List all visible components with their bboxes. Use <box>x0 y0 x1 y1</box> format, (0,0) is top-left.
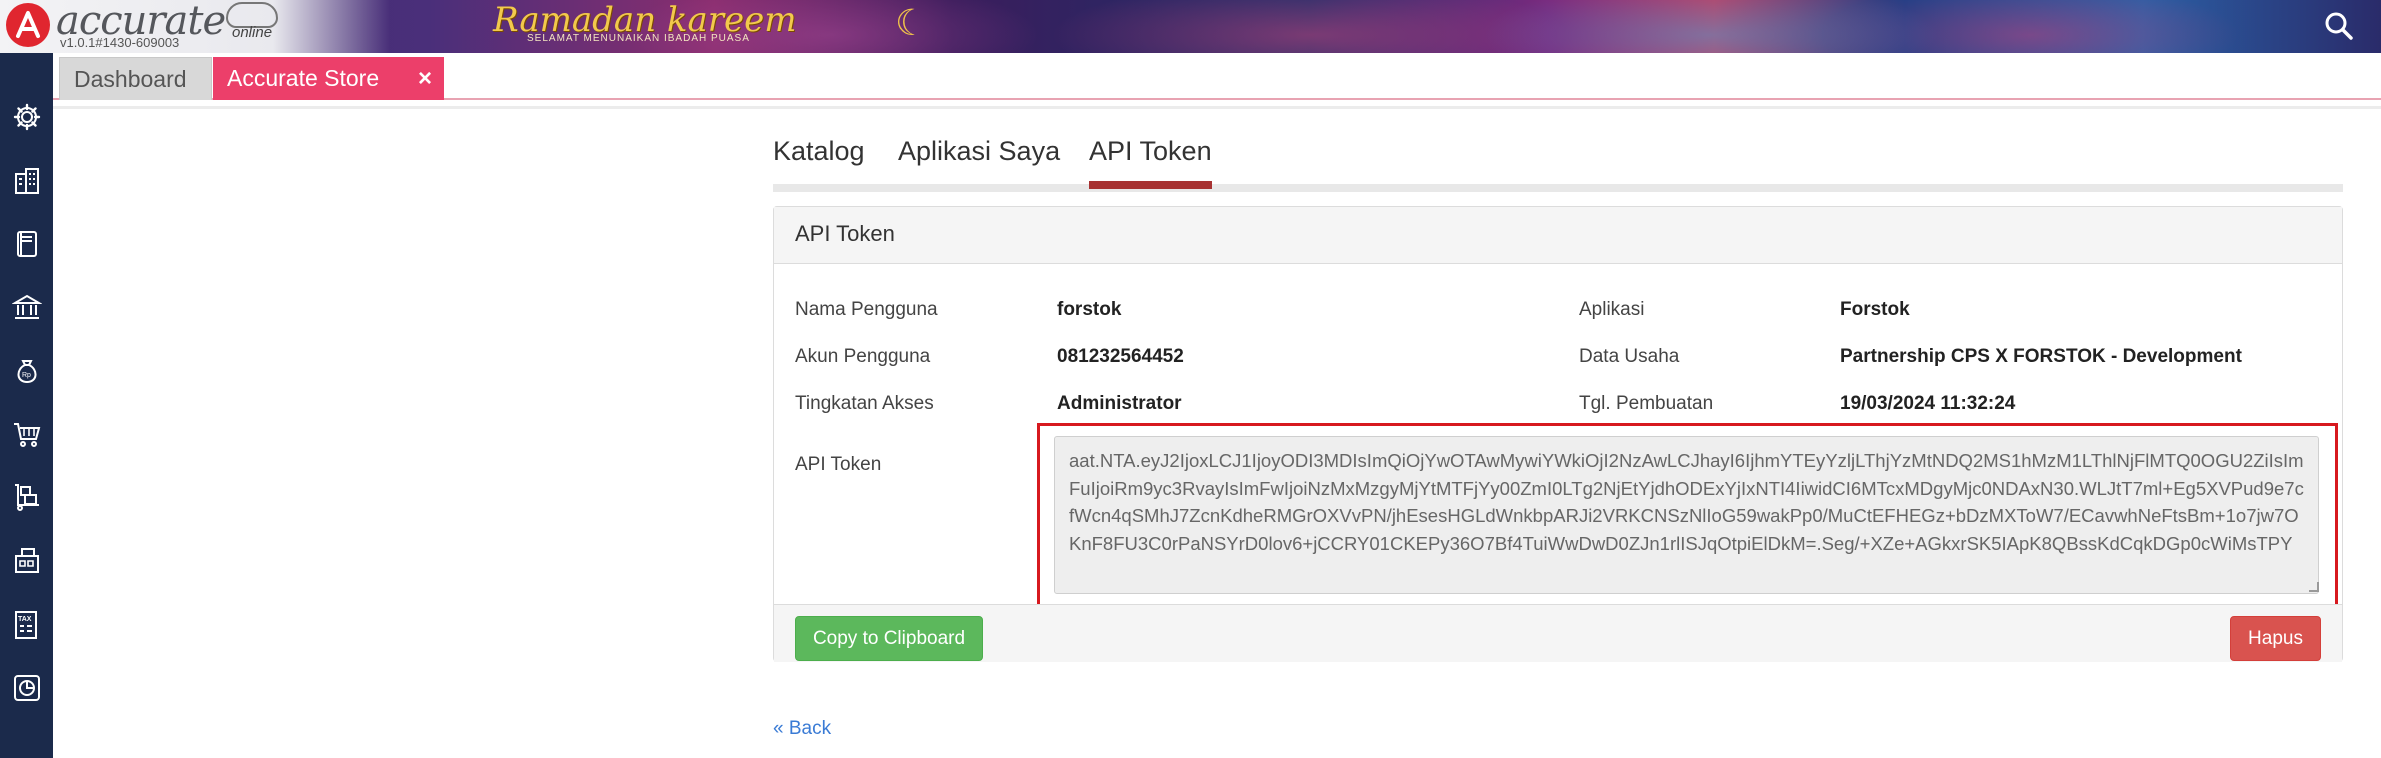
resize-handle-icon[interactable] <box>2309 582 2319 592</box>
divider <box>53 106 2381 109</box>
tab-accurate-store[interactable]: Accurate Store × <box>213 57 444 100</box>
tab-dashboard[interactable]: Dashboard <box>59 57 212 100</box>
api-token-panel: API Token Nama Pengguna forstok Akun Pen… <box>773 206 2343 662</box>
accurate-logo-icon <box>6 3 50 47</box>
money-bag-icon[interactable]: Rp <box>0 349 53 391</box>
nav-tab-api-token[interactable]: API Token <box>1089 136 1212 189</box>
nav-tab-aplikasi-saya[interactable]: Aplikasi Saya <box>898 136 1060 181</box>
bank-icon[interactable] <box>0 286 53 328</box>
tab-strip: Dashboard Accurate Store × <box>53 53 2381 100</box>
tab-label: Dashboard <box>74 66 187 92</box>
report-icon[interactable] <box>0 667 53 709</box>
crescent-moon-icon: ☾ <box>895 2 928 43</box>
label-data-usaha: Data Usaha <box>1579 346 1680 367</box>
value-tingkatan-akses: Administrator <box>1057 393 1182 414</box>
version-label: v1.0.1#1430-609003 <box>60 35 180 50</box>
value-akun-pengguna: 081232564452 <box>1057 346 1184 367</box>
panel-header: API Token <box>774 207 2342 264</box>
warehouse-icon[interactable] <box>0 540 53 582</box>
delivery-icon[interactable] <box>0 476 53 518</box>
logo-sub: online <box>232 24 273 41</box>
delete-button[interactable]: Hapus <box>2230 616 2321 661</box>
sidebar: Rp TAX <box>0 53 53 758</box>
panel-footer: Copy to Clipboard Hapus <box>774 604 2342 662</box>
label-api-token: API Token <box>795 454 882 475</box>
panel-body: Nama Pengguna forstok Akun Pengguna 0812… <box>774 264 2342 607</box>
nav-tab-katalog[interactable]: Katalog <box>773 136 865 181</box>
cart-icon[interactable] <box>0 413 53 455</box>
value-nama-pengguna: forstok <box>1057 299 1122 320</box>
gear-icon[interactable] <box>0 96 53 138</box>
panel-title: API Token <box>795 221 895 246</box>
api-token-textarea[interactable]: aat.NTA.eyJ2IjoxLCJ1IjoyODI3MDIsImQiOjYw… <box>1054 436 2319 594</box>
book-icon[interactable] <box>0 223 53 265</box>
search-icon[interactable] <box>2321 8 2357 44</box>
label-akun-pengguna: Akun Pengguna <box>795 346 931 367</box>
value-data-usaha: Partnership CPS X FORSTOK - Development <box>1840 346 2242 367</box>
label-nama-pengguna: Nama Pengguna <box>795 299 938 320</box>
copy-to-clipboard-button[interactable]: Copy to Clipboard <box>795 616 983 661</box>
value-aplikasi: Forstok <box>1840 299 1910 320</box>
top-banner: accurate online v1.0.1#1430-609003 Ramad… <box>0 0 2381 53</box>
svg-text:TAX: TAX <box>18 616 32 623</box>
tab-label: Accurate Store <box>227 65 380 91</box>
banner-subtitle: SELAMAT MENUNAIKAN IBADAH PUASA <box>527 33 750 44</box>
store-nav: Katalog Aplikasi Saya API Token <box>773 136 2343 192</box>
label-aplikasi: Aplikasi <box>1579 299 1645 320</box>
svg-text:Rp: Rp <box>22 372 31 379</box>
building-icon[interactable] <box>0 160 53 202</box>
value-tgl-pembuatan: 19/03/2024 11:32:24 <box>1840 393 2016 414</box>
tax-icon[interactable]: TAX <box>0 604 53 646</box>
label-tingkatan-akses: Tingkatan Akses <box>795 393 934 414</box>
logo-area[interactable]: accurate online v1.0.1#1430-609003 <box>0 0 390 53</box>
back-link[interactable]: « Back <box>773 718 831 740</box>
close-icon[interactable]: × <box>418 57 432 100</box>
token-highlight-box: aat.NTA.eyJ2IjoxLCJ1IjoyODI3MDIsImQiOjYw… <box>1037 423 2338 607</box>
label-tgl-pembuatan: Tgl. Pembuatan <box>1579 393 1714 414</box>
